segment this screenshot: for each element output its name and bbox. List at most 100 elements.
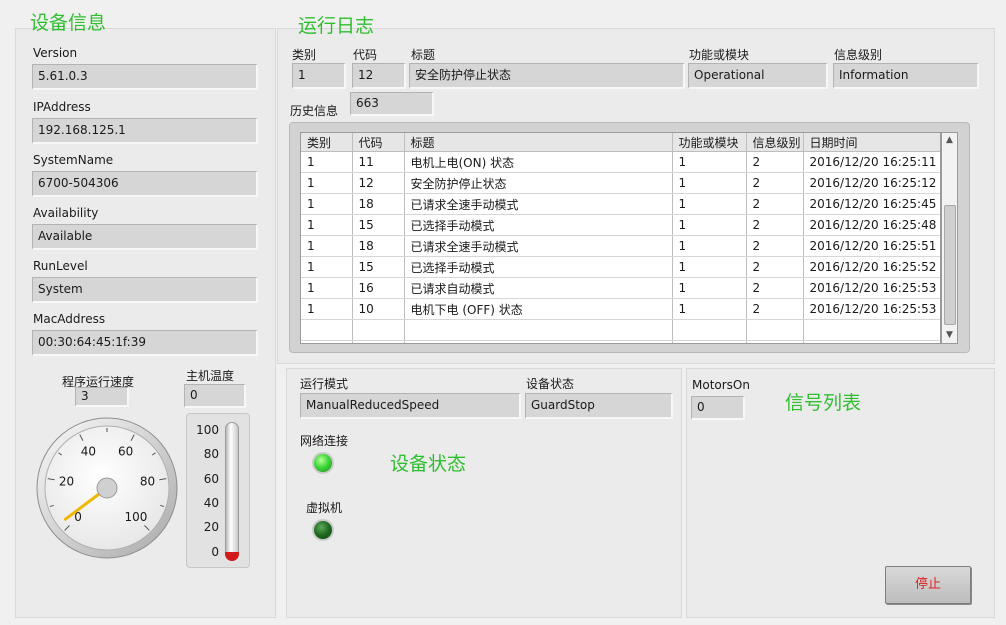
table-cell: 2016/12/20 16:25:53 bbox=[803, 298, 940, 320]
version-label: Version bbox=[33, 46, 78, 60]
table-cell: 2 bbox=[746, 214, 804, 236]
macaddress-label: MacAddress bbox=[33, 312, 106, 326]
table-cell: 1 bbox=[301, 214, 353, 236]
gauge-tick-label: 60 bbox=[118, 444, 133, 458]
systemname-field[interactable]: 6700-504306 bbox=[32, 171, 258, 197]
table-row[interactable]: 1 10 电机下电 (OFF) 状态 1 2 2016/12/20 16:25:… bbox=[301, 298, 940, 320]
scroll-up-icon[interactable]: ▲ bbox=[942, 133, 957, 148]
stop-button[interactable]: 停止 bbox=[885, 566, 971, 604]
category-field[interactable]: 1 bbox=[292, 63, 346, 89]
table-cell: 安全防护停止状态 bbox=[404, 172, 673, 194]
table-cell: 1 bbox=[301, 172, 353, 194]
column-header[interactable]: 代码 bbox=[352, 133, 405, 152]
table-row-empty bbox=[301, 340, 940, 343]
table-cell: 16 bbox=[352, 277, 405, 299]
network-label: 网络连接 bbox=[300, 434, 349, 448]
table-cell: 1 bbox=[301, 298, 353, 320]
table-cell: 1 bbox=[672, 214, 747, 236]
history-label: 历史信息 bbox=[290, 104, 339, 118]
table-row[interactable]: 1 16 已请求自动模式 1 2 2016/12/20 16:25:53 bbox=[301, 277, 940, 299]
availability-field[interactable]: Available bbox=[32, 224, 258, 250]
scroll-thumb[interactable] bbox=[944, 205, 956, 325]
table-cell: 1 bbox=[301, 235, 353, 257]
module-label: 功能或模块 bbox=[689, 48, 750, 62]
code-field[interactable]: 12 bbox=[352, 63, 406, 89]
table-row[interactable]: 1 12 安全防护停止状态 1 2 2016/12/20 16:25:12 bbox=[301, 172, 940, 194]
column-header[interactable]: 日期时间 bbox=[803, 133, 940, 152]
table-cell: 2016/12/20 16:25:12 bbox=[803, 172, 940, 194]
signals-title: 信号列表 bbox=[785, 392, 862, 414]
table-cell: 已请求自动模式 bbox=[404, 277, 673, 299]
table-cell: 2 bbox=[746, 298, 804, 320]
table-cell: 2016/12/20 16:25:51 bbox=[803, 235, 940, 257]
table-cell: 1 bbox=[672, 151, 747, 173]
table-row[interactable]: 1 11 电机上电(ON) 状态 1 2 2016/12/20 16:25:11 bbox=[301, 151, 940, 173]
availability-label: Availability bbox=[33, 206, 99, 220]
temp-label: 主机温度 bbox=[186, 369, 235, 383]
column-header[interactable]: 信息级别 bbox=[746, 133, 804, 152]
table-cell: 18 bbox=[352, 235, 405, 257]
table-cell: 2 bbox=[746, 172, 804, 194]
temp-tick: 80 bbox=[203, 447, 219, 461]
table-header-row: 类别 代码 标题 功能或模块 信息级别 日期时间 bbox=[301, 133, 940, 152]
table-cell: 1 bbox=[672, 172, 747, 194]
device-info-title: 设备信息 bbox=[30, 12, 107, 34]
run-mode-field[interactable]: ManualReducedSpeed bbox=[300, 393, 521, 419]
title-field[interactable]: 安全防护停止状态 bbox=[409, 63, 685, 89]
temp-thermometer: 100 80 60 40 20 0 bbox=[186, 413, 250, 568]
gauge-tick-label: 20 bbox=[59, 475, 74, 489]
table-cell: 1 bbox=[301, 193, 353, 215]
table-cell: 1 bbox=[672, 193, 747, 215]
version-field[interactable]: 5.61.0.3 bbox=[32, 64, 258, 90]
title-label: 标题 bbox=[411, 48, 436, 62]
level-field[interactable]: Information bbox=[833, 63, 979, 89]
speed-field[interactable]: 3 bbox=[75, 387, 129, 407]
table-cell: 2016/12/20 16:25:48 bbox=[803, 214, 940, 236]
table-cell: 1 bbox=[672, 235, 747, 257]
code-label: 代码 bbox=[353, 48, 378, 62]
log-scrollbar[interactable]: ▲ ▼ bbox=[941, 132, 958, 344]
table-cell: 15 bbox=[352, 214, 405, 236]
table-cell: 2016/12/20 16:25:11 bbox=[803, 151, 940, 173]
column-header[interactable]: 标题 bbox=[404, 133, 673, 152]
ipaddress-field[interactable]: 192.168.125.1 bbox=[32, 118, 258, 144]
device-state-field[interactable]: GuardStop bbox=[525, 393, 673, 419]
table-cell: 2 bbox=[746, 256, 804, 278]
macaddress-field[interactable]: 00:30:64:45:1f:39 bbox=[32, 330, 258, 356]
ipaddress-label: IPAddress bbox=[33, 100, 91, 114]
table-cell: 2016/12/20 16:25:45 bbox=[803, 193, 940, 215]
log-table[interactable]: 类别 代码 标题 功能或模块 信息级别 日期时间 1 11 电机上电(ON) 状… bbox=[300, 132, 941, 344]
temp-tick: 60 bbox=[203, 472, 219, 486]
table-cell: 1 bbox=[301, 256, 353, 278]
runlevel-field[interactable]: System bbox=[32, 277, 258, 303]
table-cell: 1 bbox=[672, 298, 747, 320]
log-table-frame: 类别 代码 标题 功能或模块 信息级别 日期时间 1 11 电机上电(ON) 状… bbox=[289, 122, 970, 353]
temp-tube bbox=[225, 422, 239, 560]
column-header[interactable]: 功能或模块 bbox=[672, 133, 747, 152]
table-cell: 1 bbox=[672, 256, 747, 278]
temp-field[interactable]: 0 bbox=[184, 384, 246, 408]
scroll-down-icon[interactable]: ▼ bbox=[942, 328, 957, 343]
table-row-empty bbox=[301, 319, 940, 341]
systemname-label: SystemName bbox=[33, 153, 114, 167]
motors-on-field[interactable]: 0 bbox=[691, 396, 745, 420]
temp-tick: 100 bbox=[196, 423, 219, 437]
table-row[interactable]: 1 15 已选择手动模式 1 2 2016/12/20 16:25:48 bbox=[301, 214, 940, 236]
table-row[interactable]: 1 15 已选择手动模式 1 2 2016/12/20 16:25:52 bbox=[301, 256, 940, 278]
module-field[interactable]: Operational bbox=[688, 63, 828, 89]
speed-gauge[interactable]: 0 20 40 60 80 100 bbox=[36, 417, 178, 559]
history-count-field[interactable]: 663 bbox=[350, 92, 434, 116]
table-cell: 12 bbox=[352, 172, 405, 194]
run-mode-label: 运行模式 bbox=[300, 377, 349, 391]
table-cell: 2 bbox=[746, 235, 804, 257]
device-state-label: 设备状态 bbox=[526, 377, 575, 391]
table-row[interactable]: 1 18 已请求全速手动模式 1 2 2016/12/20 16:25:45 bbox=[301, 193, 940, 215]
column-header[interactable]: 类别 bbox=[301, 133, 353, 152]
table-cell: 电机上电(ON) 状态 bbox=[404, 151, 673, 173]
table-row[interactable]: 1 18 已请求全速手动模式 1 2 2016/12/20 16:25:51 bbox=[301, 235, 940, 257]
table-cell: 2 bbox=[746, 151, 804, 173]
table-cell: 10 bbox=[352, 298, 405, 320]
table-cell: 已选择手动模式 bbox=[404, 214, 673, 236]
log-title: 运行日志 bbox=[298, 15, 375, 37]
table-cell: 1 bbox=[672, 277, 747, 299]
